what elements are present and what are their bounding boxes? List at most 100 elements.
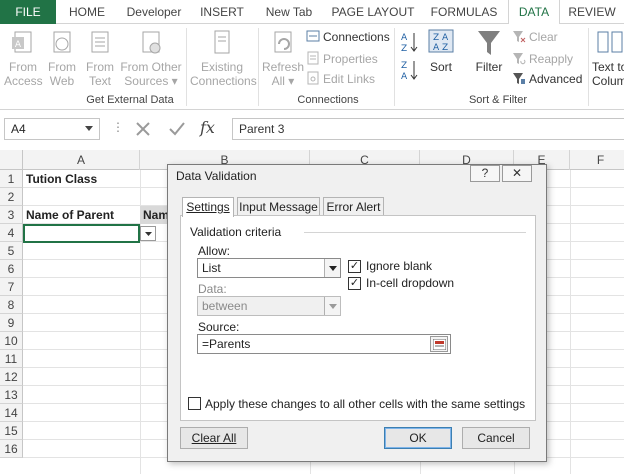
tab-new-tab[interactable]: New Tab — [254, 0, 324, 24]
svg-text:A: A — [401, 33, 408, 43]
row-header[interactable]: 11 — [0, 350, 23, 368]
tab-data[interactable]: DATA — [508, 0, 560, 25]
connections-label: Connections — [323, 30, 390, 44]
row-header[interactable]: 16 — [0, 440, 23, 458]
refresh-icon — [274, 31, 292, 53]
text-to-columns-button[interactable]: Text to Colum — [592, 28, 624, 88]
other-sources-icon — [142, 31, 161, 54]
existing-connections-button[interactable]: Existing Connections — [190, 28, 257, 88]
from-web-button[interactable]: From Web — [44, 28, 80, 88]
tab-input-message[interactable]: Input Message — [237, 197, 320, 216]
from-text-button[interactable]: From Text — [82, 28, 118, 88]
tab-insert[interactable]: INSERT — [192, 0, 252, 24]
advanced-filter-button[interactable]: Advanced — [512, 70, 582, 88]
tab-developer[interactable]: Developer — [118, 0, 190, 24]
refresh-label-2: All ▾ — [271, 74, 295, 88]
apply-all-checkbox[interactable] — [188, 397, 201, 410]
cell-dropdown-button[interactable] — [140, 226, 156, 241]
row-header[interactable]: 10 — [0, 332, 23, 350]
reapply-label: Reapply — [529, 52, 574, 66]
in-cell-dropdown-checkbox[interactable]: ✓ — [348, 277, 361, 290]
source-input[interactable]: =Parents — [197, 334, 451, 354]
row-header[interactable]: 13 — [0, 386, 23, 404]
range-selector-button[interactable] — [430, 336, 448, 352]
refresh-all-button[interactable]: Refresh All ▾ — [262, 28, 304, 88]
from-web-label-2: Web — [49, 74, 75, 88]
sort-label: Sort — [429, 60, 452, 74]
apply-all-label: Apply these changes to all other cells w… — [205, 397, 526, 411]
tab-file[interactable]: FILE — [0, 0, 56, 24]
tab-review[interactable]: REVIEW — [562, 0, 622, 24]
row-header[interactable]: 2 — [0, 188, 23, 206]
advanced-filter-icon — [513, 73, 525, 84]
name-box[interactable]: A4 — [4, 118, 100, 140]
connections-icon — [306, 30, 320, 42]
row-header[interactable]: 15 — [0, 422, 23, 440]
allow-select[interactable]: List — [197, 258, 341, 278]
allow-value: List — [202, 261, 221, 275]
ribbon-tab-bar: FILE HOME Developer INSERT New Tab PAGE … — [0, 0, 624, 25]
text-to-columns-label-2: Colum — [592, 74, 624, 88]
column-header-a[interactable]: A — [23, 150, 140, 170]
select-all-corner[interactable] — [0, 150, 23, 170]
insert-function-icon[interactable]: fx — [200, 118, 215, 137]
properties-button[interactable]: Properties — [306, 50, 378, 68]
formula-input[interactable]: Parent 3 — [232, 118, 624, 140]
connections-button[interactable]: Connections — [306, 28, 390, 46]
row-header[interactable]: 8 — [0, 296, 23, 314]
row-header[interactable]: 4 — [0, 224, 23, 242]
row-header[interactable]: 12 — [0, 368, 23, 386]
filter-button[interactable]: Filter — [470, 28, 508, 74]
group-label-get-external-data: Get External Data — [86, 94, 174, 106]
row-header[interactable]: 3 — [0, 206, 23, 224]
tab-settings[interactable]: Settings — [182, 197, 234, 217]
from-access-label-1: From — [9, 60, 37, 74]
ignore-blank-checkbox[interactable]: ✓ — [348, 260, 361, 273]
row-header[interactable]: 7 — [0, 278, 23, 296]
close-button[interactable]: ✕ — [502, 165, 532, 182]
cell-a4-selected[interactable] — [23, 224, 140, 243]
sort-descending-icon: ZA — [401, 61, 418, 82]
tab-formulas[interactable]: FORMULAS — [422, 0, 506, 24]
dialog-title: Data Validation — [176, 169, 257, 183]
svg-text:Z A: Z A — [433, 33, 449, 43]
row-header[interactable]: 9 — [0, 314, 23, 332]
row-header[interactable]: 1 — [0, 170, 23, 188]
settings-panel — [180, 215, 536, 421]
row-header[interactable]: 14 — [0, 404, 23, 422]
from-access-button[interactable]: A From Access — [4, 28, 43, 88]
tab-home[interactable]: HOME — [58, 0, 116, 24]
cancel-button[interactable]: Cancel — [462, 427, 530, 449]
clear-all-label: Clear All — [191, 431, 237, 445]
clear-all-button[interactable]: Clear All — [180, 427, 248, 449]
row-header[interactable]: 5 — [0, 242, 23, 260]
chevron-down-icon — [145, 232, 152, 236]
confirm-entry-icon[interactable] — [168, 120, 186, 138]
sort-az-button[interactable]: AZ — [398, 30, 420, 57]
data-value: between — [202, 299, 248, 313]
row-header[interactable]: 6 — [0, 260, 23, 278]
source-value: =Parents — [202, 337, 251, 351]
sort-button[interactable]: Z AA Z Sort — [424, 28, 458, 74]
help-button[interactable]: ? — [470, 165, 500, 182]
ok-button[interactable]: OK — [384, 427, 452, 449]
sort-za-button[interactable]: ZA — [398, 58, 420, 85]
edit-links-button[interactable]: Edit Links — [306, 70, 375, 88]
cancel-entry-icon[interactable] — [134, 120, 152, 138]
cell-a1[interactable]: Tution Class — [23, 170, 183, 188]
allow-label: Allow: — [198, 244, 231, 258]
cell-a3[interactable]: Name of Parent — [23, 206, 140, 224]
formula-bar-handle-icon: ⋮ — [112, 120, 124, 134]
from-other-sources-button[interactable]: From Other Sources ▾ — [120, 28, 182, 88]
column-header-f[interactable]: F — [570, 150, 624, 170]
sort-dialog-icon: Z AA Z — [428, 29, 454, 53]
properties-icon — [307, 51, 319, 65]
reapply-button[interactable]: Reapply — [512, 50, 573, 68]
cell-b3[interactable]: Nam — [140, 206, 168, 224]
ribbon-separator — [394, 28, 395, 106]
tab-error-alert[interactable]: Error Alert — [323, 197, 384, 216]
data-label: Data: — [198, 282, 227, 296]
clear-filter-button[interactable]: Clear — [512, 28, 558, 46]
group-divider — [304, 232, 526, 233]
tab-page-layout[interactable]: PAGE LAYOUT — [326, 0, 420, 24]
